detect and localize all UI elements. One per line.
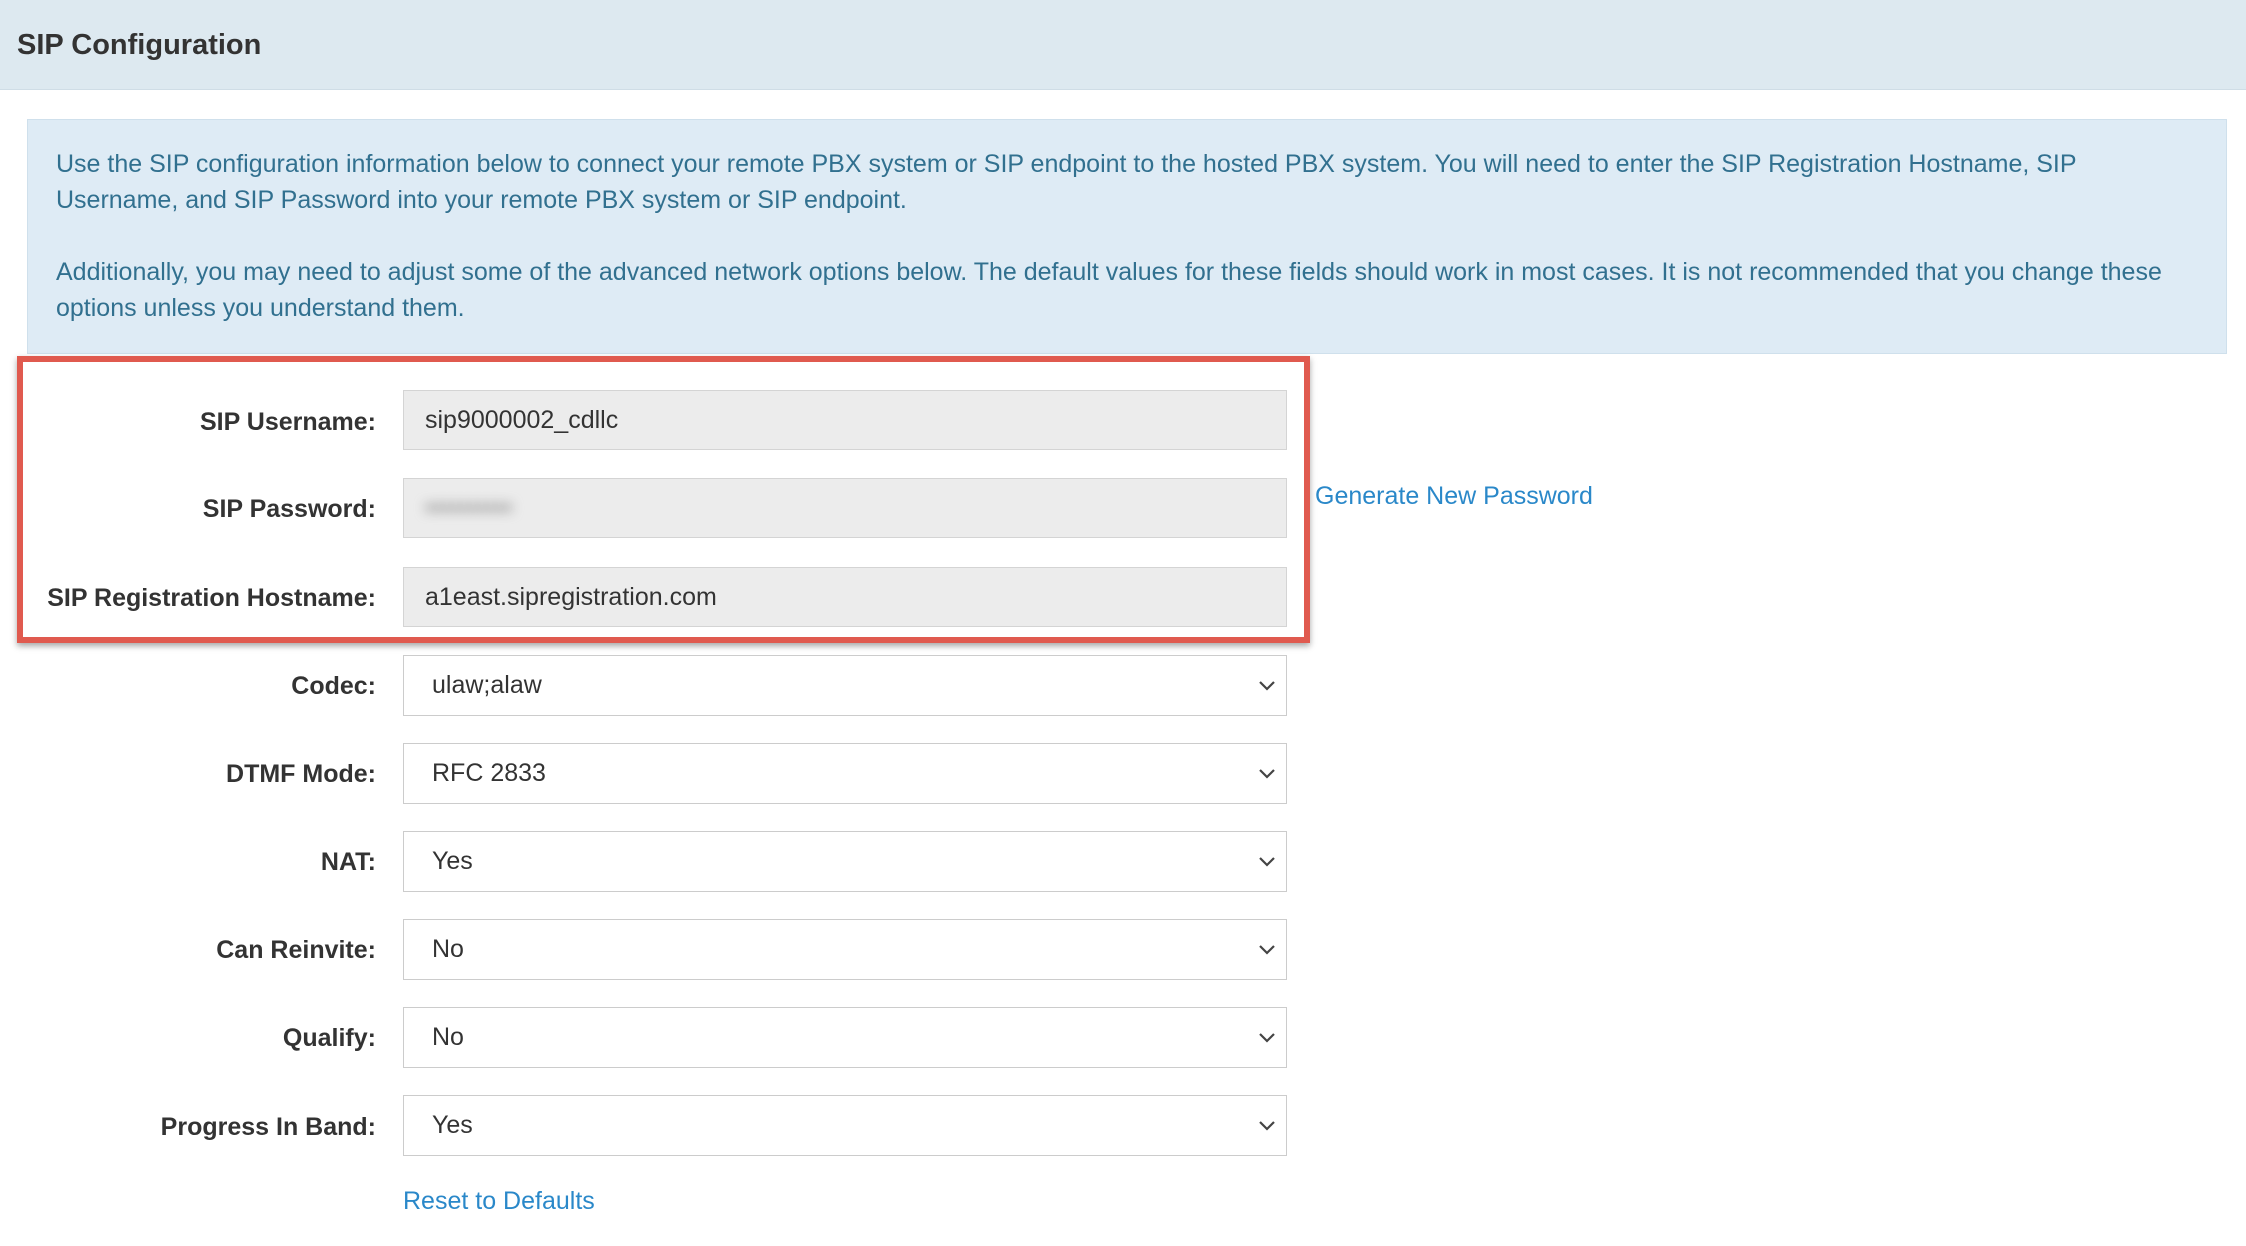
dtmf-mode-label: DTMF Mode: bbox=[226, 760, 376, 788]
progress-in-band-select[interactable]: Yes bbox=[403, 1095, 1287, 1156]
can-reinvite-value: No bbox=[432, 935, 464, 963]
highlight-frame bbox=[17, 356, 1310, 643]
nat-select[interactable]: Yes bbox=[403, 831, 1287, 892]
chevron-down-icon bbox=[1259, 1121, 1275, 1131]
can-reinvite-label: Can Reinvite: bbox=[216, 936, 376, 964]
info-paragraph-2: Additionally, you may need to adjust som… bbox=[56, 258, 2162, 322]
nat-label: NAT: bbox=[320, 848, 376, 876]
codec-value: ulaw;alaw bbox=[432, 671, 542, 699]
chevron-down-icon bbox=[1259, 945, 1275, 955]
nat-value: Yes bbox=[432, 847, 473, 875]
info-alert: Use the SIP configuration information be… bbox=[27, 119, 2227, 354]
chevron-down-icon bbox=[1259, 769, 1275, 779]
reset-to-defaults-link[interactable]: Reset to Defaults bbox=[403, 1186, 595, 1216]
dtmf-mode-select[interactable]: RFC 2833 bbox=[403, 743, 1287, 804]
info-paragraph-1: Use the SIP configuration information be… bbox=[56, 150, 2077, 214]
can-reinvite-select[interactable]: No bbox=[403, 919, 1287, 980]
page-title: SIP Configuration bbox=[17, 29, 262, 61]
chevron-down-icon bbox=[1259, 681, 1275, 691]
codec-label: Codec: bbox=[291, 672, 376, 700]
qualify-select[interactable]: No bbox=[403, 1007, 1287, 1068]
progress-in-band-label: Progress In Band: bbox=[160, 1113, 376, 1141]
chevron-down-icon bbox=[1259, 1033, 1275, 1043]
dtmf-mode-value: RFC 2833 bbox=[432, 759, 546, 787]
qualify-value: No bbox=[432, 1023, 464, 1051]
progress-in-band-value: Yes bbox=[432, 1111, 473, 1139]
generate-new-password-link[interactable]: Generate New Password bbox=[1315, 481, 1593, 511]
chevron-down-icon bbox=[1259, 857, 1275, 867]
page-header: SIP Configuration bbox=[0, 0, 2246, 90]
codec-select[interactable]: ulaw;alaw bbox=[403, 655, 1287, 716]
qualify-label: Qualify: bbox=[282, 1024, 376, 1052]
